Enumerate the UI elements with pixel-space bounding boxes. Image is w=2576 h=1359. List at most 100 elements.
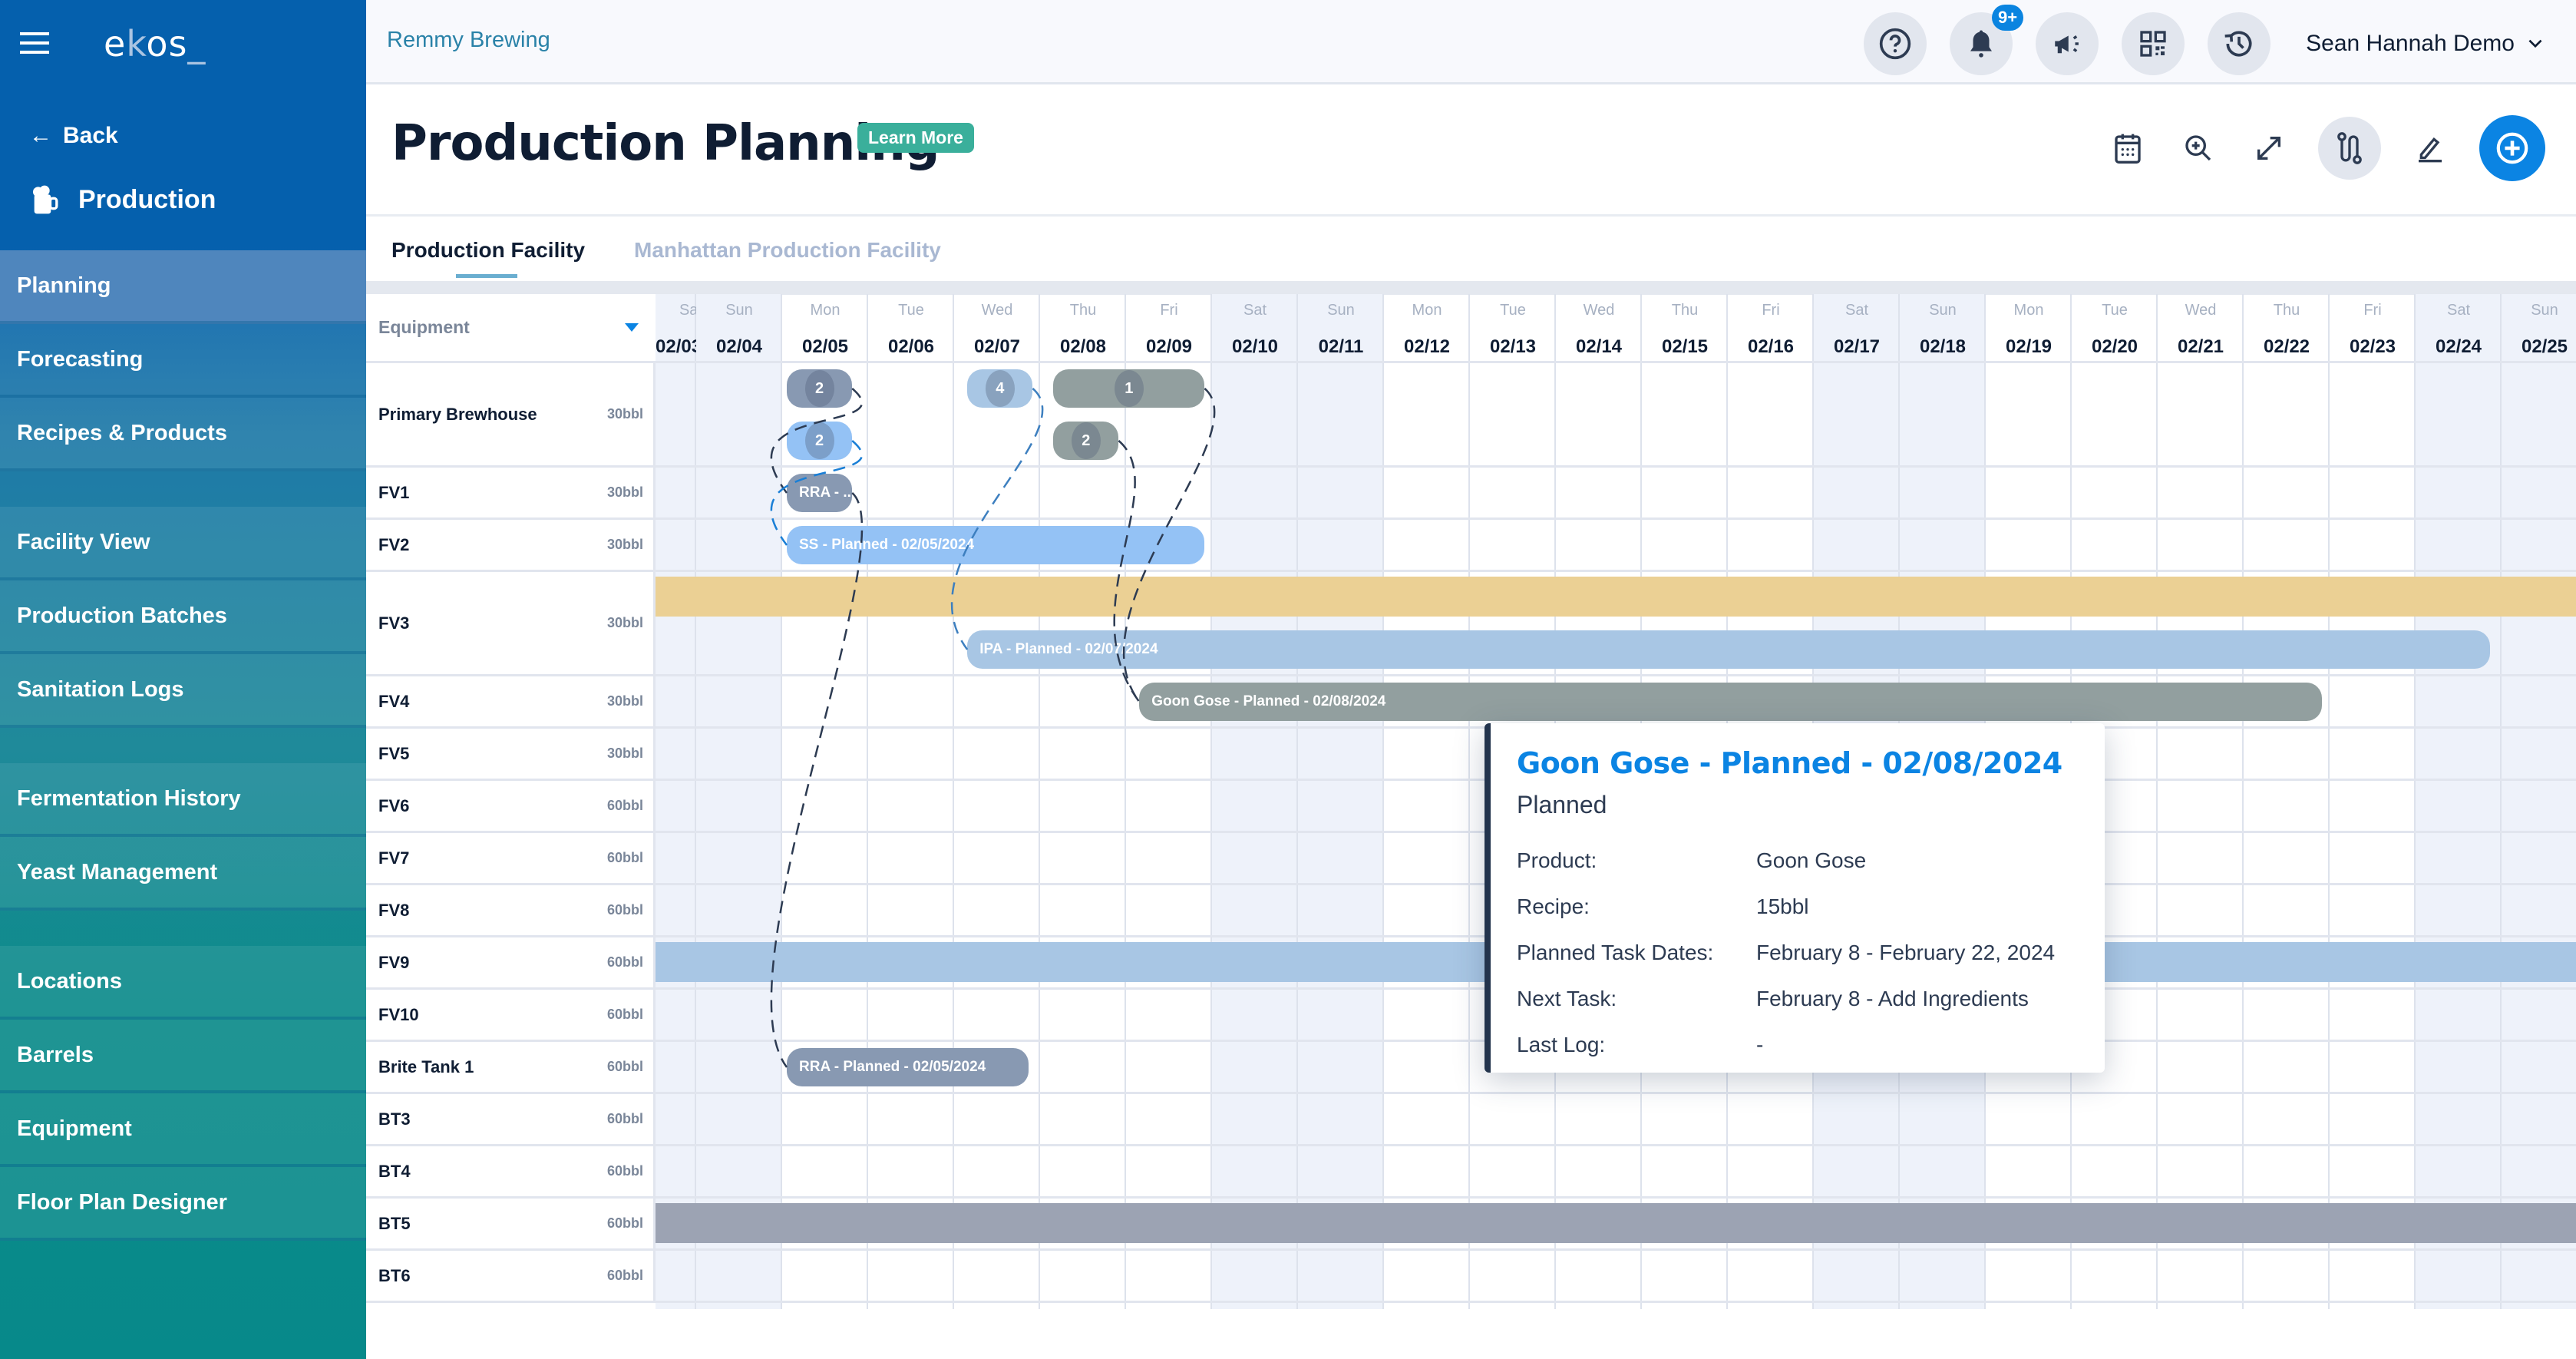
day-date: 02/14 xyxy=(1575,336,1623,357)
day-column xyxy=(2330,294,2416,1309)
show-links-toggle[interactable] xyxy=(2318,117,2381,180)
equipment-row[interactable]: FV7 60bbl xyxy=(366,833,656,885)
equipment-row[interactable]: FV6 60bbl xyxy=(366,781,656,833)
back-link[interactable]: ← Back xyxy=(29,123,118,149)
row-divider xyxy=(656,517,2576,520)
equipment-occupancy-bar[interactable] xyxy=(656,577,2576,617)
help-button[interactable] xyxy=(1864,12,1927,75)
equipment-capacity: 30bbl xyxy=(606,746,643,761)
day-column xyxy=(2502,294,2576,1309)
day-header: Tue 02/06 xyxy=(868,294,954,363)
expand-button[interactable] xyxy=(2247,127,2290,170)
task-group-pill[interactable]: 2 xyxy=(1053,422,1119,460)
equipment-row[interactable]: FV2 30bbl xyxy=(366,520,656,572)
tab-manhattan-production-facility[interactable]: Manhattan Production Facility xyxy=(634,238,941,278)
equipment-row[interactable]: BT4 60bbl xyxy=(366,1146,656,1199)
history-button[interactable] xyxy=(2208,12,2271,75)
equipment-name: FV1 xyxy=(378,482,410,502)
equipment-capacity: 30bbl xyxy=(606,693,643,709)
sidebar-item-locations[interactable]: Locations xyxy=(0,946,366,1020)
day-date: 02/21 xyxy=(2177,336,2224,357)
task-bar[interactable]: RRA - ... xyxy=(787,474,853,512)
sidebar-item-production-batches[interactable]: Production Batches xyxy=(0,580,366,654)
sidebar-item-recipes-products[interactable]: Recipes & Products xyxy=(0,398,366,471)
task-group-pill[interactable]: 4 xyxy=(967,369,1033,408)
equipment-row[interactable]: BT5 60bbl xyxy=(366,1199,656,1251)
row-divider xyxy=(656,1301,2576,1303)
day-column xyxy=(2416,294,2502,1309)
day-of-week: Tue xyxy=(2102,302,2128,319)
announcements-button[interactable] xyxy=(2036,12,2099,75)
edit-button[interactable] xyxy=(2409,127,2452,170)
hamburger-menu-icon[interactable] xyxy=(20,32,49,54)
popover-field: Planned Task Dates: February 8 - February… xyxy=(1517,941,2079,965)
sidebar-item-forecasting[interactable]: Forecasting xyxy=(0,324,366,398)
day-of-week: Wed xyxy=(2185,302,2217,319)
tab-production-facility[interactable]: Production Facility xyxy=(391,238,585,278)
row-divider xyxy=(656,465,2576,468)
sidebar-item-facility-view[interactable]: Facility View xyxy=(0,507,366,580)
sidebar-item-label: Equipment xyxy=(17,1116,132,1141)
popover-field-value: February 8 - February 22, 2024 xyxy=(1756,941,2056,964)
task-bar[interactable]: SS - Planned - 02/05/2024 xyxy=(787,526,1205,564)
equipment-occupancy-bar[interactable] xyxy=(656,1203,2576,1243)
organization-name[interactable]: Remmy Brewing xyxy=(387,28,550,53)
header-divider xyxy=(366,214,2576,217)
day-date: 02/19 xyxy=(2005,336,2053,357)
notifications-button[interactable]: 9+ xyxy=(1950,5,2024,75)
popover-field: Recipe: 15bbl xyxy=(1517,894,2079,919)
grid-top-band xyxy=(366,281,2576,295)
day-date: 02/11 xyxy=(1318,336,1364,357)
sidebar-nav: Planning Forecasting Recipes & Products Fac… xyxy=(0,250,366,1241)
task-bar[interactable]: RRA - Planned - 02/05/2024 xyxy=(787,1048,1029,1086)
day-column xyxy=(1212,294,1298,1309)
task-group-pill[interactable]: 1 xyxy=(1053,369,1205,408)
task-bar[interactable]: IPA - Planned - 02/07/2024 xyxy=(967,630,2490,669)
day-of-week: Mon xyxy=(810,302,841,319)
sidebar-item-fermentation-history[interactable]: Fermentation History xyxy=(0,763,366,837)
equipment-name: Brite Tank 1 xyxy=(378,1056,474,1076)
expand-icon xyxy=(2257,137,2280,160)
calendar-button[interactable] xyxy=(2106,127,2149,170)
task-bar[interactable]: Goon Gose - Planned - 02/08/2024 xyxy=(1139,683,2323,721)
zoom-in-button[interactable] xyxy=(2177,127,2220,170)
sidebar-item-floor-plan-designer[interactable]: Floor Plan Designer xyxy=(0,1167,366,1241)
task-count: 2 xyxy=(1071,422,1101,459)
equipment-column-header[interactable]: Equipment xyxy=(366,294,656,363)
add-task-button[interactable] xyxy=(2479,115,2545,181)
day-header: Sun 02/11 xyxy=(1298,294,1384,363)
equipment-row[interactable]: FV5 30bbl xyxy=(366,729,656,781)
sidebar-item-yeast-management[interactable]: Yeast Management xyxy=(0,837,366,911)
learn-more-button[interactable]: Learn More xyxy=(857,123,974,153)
qr-code-button[interactable] xyxy=(2122,12,2185,75)
sidebar-item-label: Forecasting xyxy=(17,346,144,372)
ekos-logo[interactable]: ekos_ xyxy=(104,23,206,64)
task-label: Goon Gose - Planned - 02/08/2024 xyxy=(1151,693,1386,709)
day-of-week: Sat xyxy=(1844,302,1869,319)
equipment-name: FV7 xyxy=(378,848,410,868)
equipment-row[interactable]: FV1 30bbl xyxy=(366,468,656,520)
sidebar-item-barrels[interactable]: Barrels xyxy=(0,1020,366,1093)
task-group-pill[interactable]: 2 xyxy=(787,422,853,460)
day-date: 02/06 xyxy=(887,336,935,357)
equipment-row[interactable]: FV8 60bbl xyxy=(366,885,656,937)
equipment-row[interactable]: FV3 30bbl xyxy=(366,572,656,676)
day-of-week: Sun xyxy=(1929,302,1957,319)
user-menu[interactable]: Sean Hannah Demo xyxy=(2306,31,2545,57)
equipment-row[interactable]: FV4 30bbl xyxy=(366,676,656,729)
day-of-week: Sat xyxy=(2446,302,2471,319)
sidebar-item-equipment[interactable]: Equipment xyxy=(0,1093,366,1167)
equipment-name: BT4 xyxy=(378,1161,411,1181)
equipment-row[interactable]: FV10 60bbl xyxy=(366,990,656,1042)
day-of-week: Sun xyxy=(725,302,753,319)
popover-title[interactable]: Goon Gose - Planned - 02/08/2024 xyxy=(1517,746,2079,780)
equipment-row[interactable]: Brite Tank 1 60bbl xyxy=(366,1042,656,1094)
sidebar-item-planning[interactable]: Planning xyxy=(0,250,366,324)
equipment-row[interactable]: FV9 60bbl xyxy=(366,937,656,990)
sidebar-item-sanitation-logs[interactable]: Sanitation Logs xyxy=(0,654,366,728)
task-group-pill[interactable]: 2 xyxy=(787,369,853,408)
equipment-row[interactable]: BT6 60bbl xyxy=(366,1251,656,1303)
beer-mug-icon xyxy=(33,185,58,214)
equipment-row[interactable]: BT3 60bbl xyxy=(366,1094,656,1146)
equipment-row[interactable]: Primary Brewhouse 30bbl xyxy=(366,363,656,468)
